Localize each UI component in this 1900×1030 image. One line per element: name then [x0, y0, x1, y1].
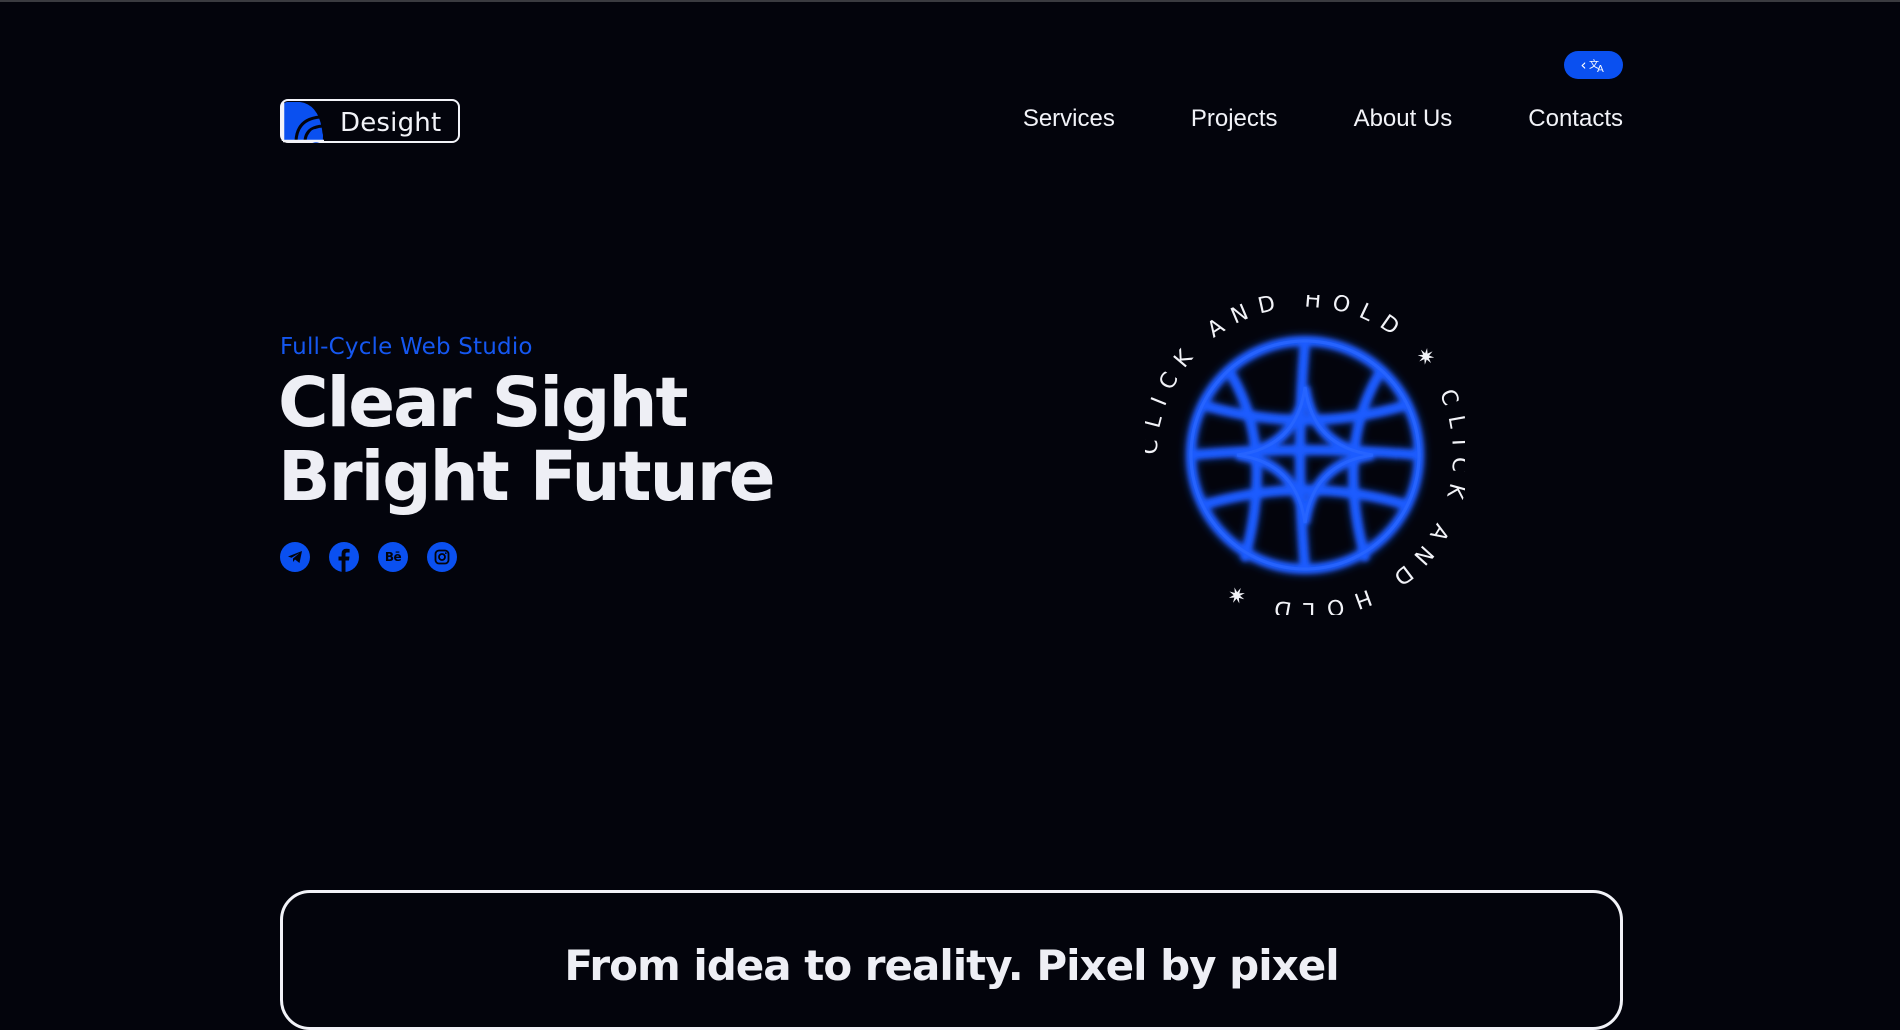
nav-link-projects[interactable]: Projects [1191, 104, 1278, 134]
hero-headline: Clear Sight Bright Future [278, 363, 776, 517]
nav-link-contacts[interactable]: Contacts [1528, 104, 1623, 134]
hero-headline-line-2: Bright Future [278, 437, 776, 517]
chevron-left-icon: ‹ [1580, 55, 1587, 74]
hero-kicker: Full-Cycle Web Studio [280, 334, 533, 360]
instagram-icon[interactable] [427, 542, 457, 572]
main-nav: Services Projects About Us Contacts [1023, 104, 1623, 134]
behance-icon[interactable]: Bē [378, 542, 408, 572]
hero-headline-line-1: Clear Sight [278, 363, 689, 443]
section-title: From idea to reality. Pixel by pixel [564, 941, 1339, 990]
nav-link-about-us[interactable]: About Us [1354, 104, 1453, 134]
desight-logo-mark-icon [280, 99, 326, 143]
intro-card: From idea to reality. Pixel by pixel [280, 890, 1623, 1030]
language-toggle-button[interactable]: ‹ 文 A [1564, 51, 1623, 79]
facebook-icon[interactable] [329, 542, 359, 572]
nav-link-services[interactable]: Services [1023, 104, 1115, 134]
brand-name: Desight [340, 108, 442, 138]
globe-click-and-hold[interactable]: CLICK AND HOLD ✷ CLICK AND HOLD ✷ [1145, 295, 1465, 615]
brand-logo[interactable]: Desight [280, 99, 460, 143]
svg-text:A: A [1597, 64, 1604, 73]
translate-icon: 文 A [1589, 57, 1607, 73]
social-links: Bē [280, 542, 457, 572]
globe-icon [1187, 337, 1423, 573]
telegram-icon[interactable] [280, 542, 310, 572]
window-top-border [0, 0, 1900, 2]
